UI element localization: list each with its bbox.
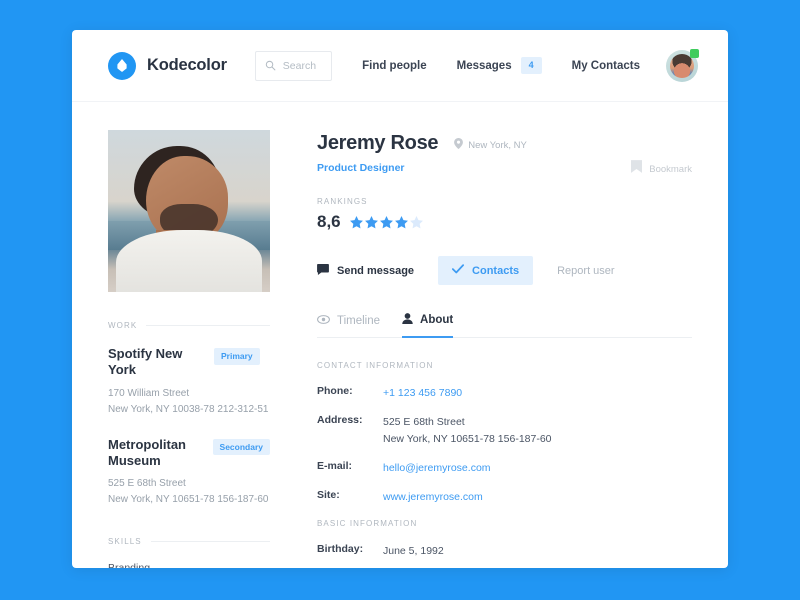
nav-label: Find people [362,59,427,72]
work-section-label: WORK [108,321,138,330]
basic-information-table: Birthday: June 5, 1992 Gender: Male [317,543,692,568]
basic-information-label: BASIC INFORMATION [317,519,418,529]
location: New York, NY [454,136,527,154]
work-street: 170 William Street [108,387,190,399]
app-header: Kodecolor Find people Messages 4 My Cont… [72,30,728,102]
phone-value[interactable]: +1 123 456 7890 [383,385,462,401]
table-row: E-mail: hello@jeremyrose.com [317,460,692,476]
nav-label: My Contacts [571,59,640,72]
rating-value: 8,6 [317,212,341,231]
star-icon [379,215,393,228]
rankings-label: RANKINGS [317,197,368,206]
map-pin-icon [454,136,464,154]
star-rating [349,215,423,229]
star-icon [364,215,378,228]
row-key: E-mail: [317,459,353,472]
search-box[interactable] [254,50,333,81]
profile-tabs: Timeline About [317,313,692,338]
contact-information-label: CONTACT INFORMATION [317,361,434,370]
star-icon [394,215,408,228]
work-address: 525 E 68th Street New York, NY 10651-78 … [108,476,270,508]
report-user-button[interactable]: Report user [557,265,614,277]
send-message-button[interactable]: Send message [317,263,415,278]
avatar[interactable] [666,48,699,82]
brand-name: Kodecolor [147,56,227,74]
search-input[interactable] [282,59,323,72]
row-key: Birthday: [317,543,364,556]
row-key: Address: [317,414,363,427]
profile-actions: Send message Contacts Report user [317,256,692,285]
name-row: Jeremy Rose New York, NY [317,132,692,155]
work-street: 525 E 68th Street [108,478,186,489]
star-icon-empty [409,215,423,228]
row-key: Phone: [317,385,353,397]
site-value[interactable]: www.jeremyrose.com [383,489,483,505]
profile-main: Jeremy Rose New York, NY Product Designe… [317,130,692,568]
address-value: 525 E 68th Street New York, NY 10651-78 … [383,416,552,445]
nav-label: Messages [456,59,512,72]
tab-label: Timeline [337,315,381,327]
nav-item-find-people[interactable]: Find people [362,60,427,72]
divider [150,541,270,542]
brand[interactable]: Kodecolor [108,51,227,80]
work-name: Spotify New York [108,346,183,378]
report-user-label: Report user [557,264,615,277]
list-item: Branding [108,562,151,568]
table-row: Phone: +1 123 456 7890 [317,385,692,401]
profile-body: WORK Spotify New York Primary 170 Willia… [72,102,728,568]
birthday-value: June 5, 1992 [383,545,444,558]
location-label: New York, NY [468,139,527,151]
check-icon [452,264,465,277]
droplet-icon [108,51,136,80]
tab-about[interactable]: About [402,313,454,338]
work-section-header: WORK [108,321,270,330]
skills-section-header: SKILLS [108,537,270,546]
work-address: 170 William Street New York, NY 10038-78… [108,386,270,418]
work-item-secondary: Metropolitan Museum Secondary 525 E 68th… [108,437,270,509]
contacts-button[interactable]: Contacts [438,256,534,285]
nav-item-my-contacts[interactable]: My Contacts [572,60,640,72]
tab-label: About [420,314,454,326]
eye-icon [317,315,330,327]
table-row: Address: 525 E 68th Street New York, NY … [317,414,692,447]
work-badge-secondary: Secondary [212,438,270,455]
work-city: New York, NY 10651-78 156-187-60 [108,494,269,505]
skills-list: Branding UI/UX Web – Design Packaging Pr… [108,560,270,568]
profile-card: Kodecolor Find people Messages 4 My Cont… [72,30,728,568]
divider [146,325,270,326]
bookmark-label: Bookmark [649,163,692,175]
messages-badge: 4 [520,57,542,74]
person-icon [402,313,413,327]
bookmark-button[interactable]: Bookmark [631,160,692,178]
contacts-label: Contacts [472,264,520,277]
work-item-primary: Spotify New York Primary 170 William Str… [108,346,270,418]
rating-row: 8,6 [317,212,692,232]
chat-icon [317,263,329,278]
send-message-label: Send message [337,264,415,277]
work-city: New York, NY 10038-78 212-312-51 [108,403,269,415]
sidebar: WORK Spotify New York Primary 170 Willia… [108,130,270,568]
email-value[interactable]: hello@jeremyrose.com [383,460,491,476]
table-row: Site: www.jeremyrose.com [317,489,692,505]
star-icon [349,215,363,228]
profile-photo [108,130,270,292]
work-badge-primary: Primary [214,348,260,365]
page-title: Jeremy Rose [317,132,439,154]
nav-item-messages[interactable]: Messages 4 [457,57,542,74]
row-key: Site: [317,489,340,502]
search-icon [265,60,276,71]
table-row: Birthday: June 5, 1992 [317,543,692,559]
main-nav: Find people Messages 4 My Contacts [332,48,699,82]
work-name: Metropolitan Museum [108,436,186,468]
tab-timeline[interactable]: Timeline [317,315,380,338]
online-status-dot [690,48,699,58]
bookmark-icon [631,160,643,178]
skills-section-label: SKILLS [108,537,142,546]
contact-information-table: Phone: +1 123 456 7890 Address: 525 E 68… [317,385,692,505]
